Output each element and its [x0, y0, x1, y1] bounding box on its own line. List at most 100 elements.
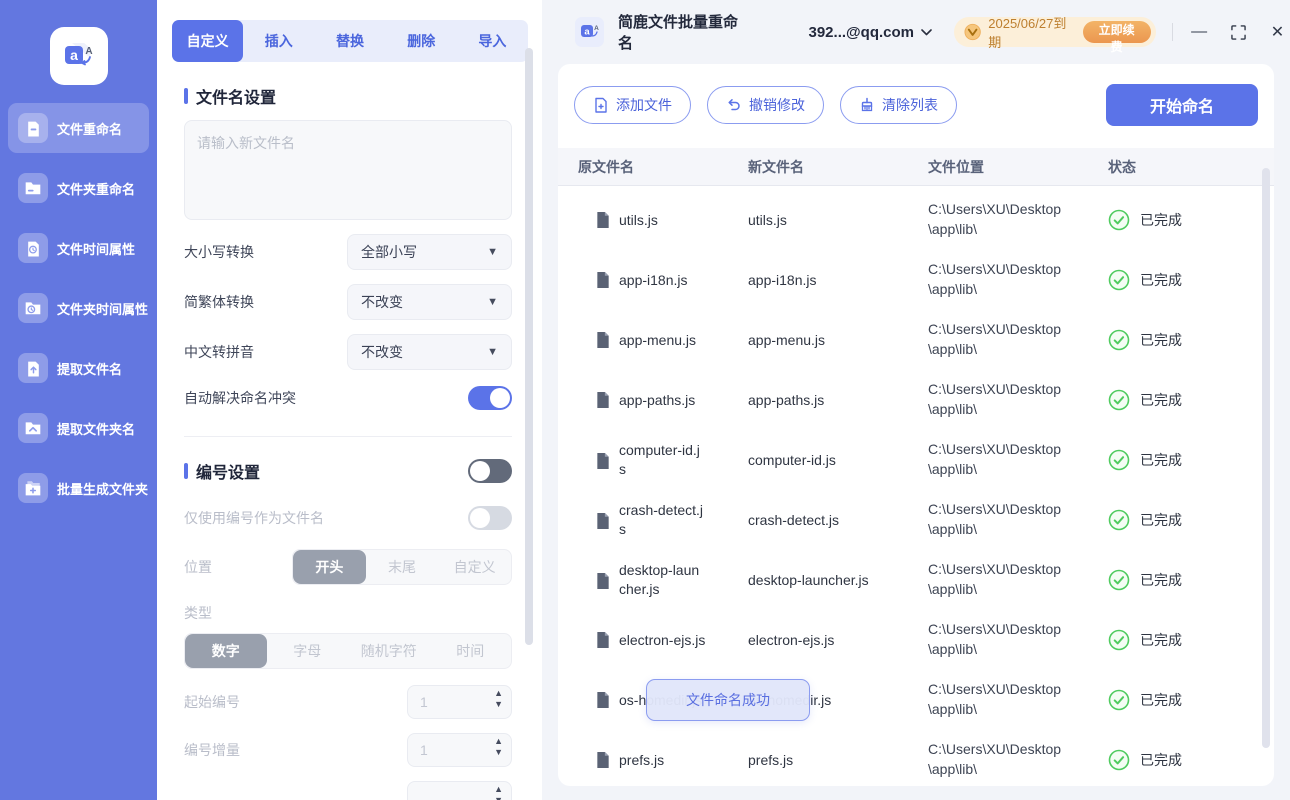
account-email: 392...@qq.com: [808, 23, 915, 41]
sidebar-item-folder-rename[interactable]: 文件夹重命名: [8, 163, 149, 213]
toolbar: 添加文件 撤销修改 清除列表 开始命名: [558, 64, 1274, 126]
table-row[interactable]: app-i18n.js app-i18n.js C:\Users\XU\Desk…: [558, 250, 1274, 310]
increment-input[interactable]: ▲▼: [407, 733, 512, 767]
sidebar-item-folder-time[interactable]: 文件夹时间属性: [8, 283, 149, 333]
position-start[interactable]: 开头: [293, 550, 366, 584]
stepper-up-icon: ▲: [494, 736, 503, 746]
new-name-cell: app-menu.js: [748, 332, 826, 348]
account-dropdown[interactable]: 392...@qq.com: [809, 24, 933, 41]
file-rename-icon: [18, 113, 48, 143]
filename-section-title: 文件名设置: [184, 84, 512, 108]
sidebar-item-batch-create-folder[interactable]: 批量生成文件夹: [8, 463, 149, 513]
digits-input[interactable]: ▲ ▼: [407, 781, 512, 800]
type-number[interactable]: 数字: [185, 634, 267, 668]
trad-simp-select[interactable]: 不改变 ▼: [347, 284, 512, 320]
success-toast: 文件命名成功: [646, 679, 810, 721]
pinyin-select[interactable]: 不改变 ▼: [347, 334, 512, 370]
numbering-section-title: 编号设置: [184, 459, 260, 483]
tab-replace[interactable]: 替换: [314, 20, 385, 62]
folder-rename-icon: [18, 173, 48, 203]
status-cell: 已完成: [1108, 449, 1274, 471]
new-filename-input[interactable]: [184, 120, 512, 220]
position-custom[interactable]: 自定义: [438, 550, 511, 584]
file-path-cell: C:\Users\XU\Desktop\app\lib\: [928, 741, 1062, 777]
stepper-up-icon: ▲: [494, 688, 503, 698]
sidebar-item-extract-foldername[interactable]: 提取文件夹名: [8, 403, 149, 453]
table-row[interactable]: crash-detect.js crash-detect.js C:\Users…: [558, 490, 1274, 550]
minimize-button[interactable]: —: [1187, 19, 1212, 45]
start-number-label: 起始编号: [184, 694, 240, 710]
extract-filename-icon: [18, 353, 48, 383]
sidebar-item-extract-filename[interactable]: 提取文件名: [8, 343, 149, 393]
tab-insert[interactable]: 插入: [243, 20, 314, 62]
stepper-arrows[interactable]: ▲ ▼: [494, 737, 503, 757]
renew-button[interactable]: 立即续费: [1082, 21, 1151, 54]
new-name-cell: electron-ejs.js: [748, 632, 835, 648]
type-time[interactable]: 时间: [430, 634, 512, 668]
start-number-input[interactable]: ▲▼: [407, 685, 512, 719]
tab-import[interactable]: 导入: [457, 20, 528, 62]
file-icon: [597, 752, 609, 769]
section-accent-bar: [184, 88, 188, 104]
status-cell: 已完成: [1108, 329, 1274, 351]
file-icon: [597, 392, 609, 409]
settings-scrollbar[interactable]: [525, 48, 533, 645]
file-path-cell: C:\Users\XU\Desktop\app\lib\: [928, 201, 1062, 237]
add-files-button[interactable]: 添加文件: [574, 86, 691, 124]
position-end[interactable]: 末尾: [366, 550, 439, 584]
file-path-cell: C:\Users\XU\Desktop\app\lib\: [928, 561, 1062, 597]
case-convert-select[interactable]: 全部小写 ▼: [347, 234, 512, 270]
conflict-label: 自动解决命名冲突: [184, 390, 296, 406]
conflict-toggle[interactable]: [468, 386, 512, 410]
tab-custom[interactable]: 自定义: [172, 20, 244, 62]
numbering-toggle[interactable]: [468, 459, 512, 483]
table-row[interactable]: app-paths.js app-paths.js C:\Users\XU\De…: [558, 370, 1274, 430]
table-row[interactable]: app-menu.js app-menu.js C:\Users\XU\Desk…: [558, 310, 1274, 370]
original-name-cell: electron-ejs.js: [578, 631, 748, 650]
new-name-cell: crash-detect.js: [748, 512, 840, 528]
table-row[interactable]: utils.js utils.js C:\Users\XU\Desktop\ap…: [558, 190, 1274, 250]
table-row[interactable]: electron-ejs.js electron-ejs.js C:\Users…: [558, 610, 1274, 670]
stepper-arrows[interactable]: ▲ ▼: [494, 689, 503, 709]
start-rename-button[interactable]: 开始命名: [1106, 84, 1258, 126]
file-path-cell: C:\Users\XU\Desktop\app\lib\: [928, 261, 1062, 297]
file-icon: [597, 212, 609, 229]
status-cell: 已完成: [1108, 569, 1274, 591]
file-icon: [597, 512, 609, 529]
undo-icon: [728, 99, 740, 111]
table-row[interactable]: computer-id.js computer-id.js C:\Users\X…: [558, 430, 1274, 490]
type-letter[interactable]: 字母: [267, 634, 349, 668]
original-name-cell: utils.js: [578, 211, 748, 230]
check-circle-icon: [1108, 269, 1130, 291]
table-row[interactable]: desktop-launcher.js desktop-launcher.js …: [558, 550, 1274, 610]
extract-foldername-icon: [18, 413, 48, 443]
status-badge: 已完成: [1140, 572, 1182, 588]
type-random[interactable]: 随机字符: [348, 634, 430, 668]
clear-list-button[interactable]: 清除列表: [840, 86, 957, 124]
tab-delete[interactable]: 删除: [386, 20, 457, 62]
only-number-toggle[interactable]: [468, 506, 512, 530]
table-scrollbar[interactable]: [1262, 168, 1270, 748]
sidebar-item-file-time[interactable]: 文件时间属性: [8, 223, 149, 273]
original-name-cell: computer-id.js: [578, 441, 748, 479]
col-location: 文件位置: [928, 158, 984, 175]
license-expiry: 2025/06/27到期: [988, 16, 1067, 50]
add-file-icon: [595, 97, 607, 113]
type-segment-group: 数字 字母 随机字符 时间: [184, 633, 512, 669]
vip-crown-icon: [964, 23, 981, 41]
status-cell: 已完成: [1108, 689, 1274, 711]
sidebar-item-file-rename[interactable]: 文件重命名: [8, 103, 149, 153]
new-name-cell: computer-id.js: [748, 452, 836, 468]
file-icon: [597, 452, 609, 469]
stepper-arrows[interactable]: ▲ ▼: [494, 785, 503, 800]
close-button[interactable]: ✕: [1265, 19, 1290, 45]
maximize-button[interactable]: [1226, 19, 1251, 45]
new-name-cell: prefs.js: [748, 752, 794, 768]
file-path-cell: C:\Users\XU\Desktop\app\lib\: [928, 381, 1062, 417]
table-row[interactable]: prefs.js prefs.js C:\Users\XU\Desktop\ap…: [558, 730, 1274, 786]
undo-button[interactable]: 撤销修改: [707, 86, 824, 124]
sidebar-nav: 文件重命名 文件夹重命名 文件时间属性 文件夹时间属性 提取文件名 提取文件夹名…: [0, 103, 157, 513]
status-badge: 已完成: [1140, 452, 1182, 468]
sidebar-item-label: 文件夹时间属性: [57, 301, 149, 317]
status-badge: 已完成: [1140, 692, 1182, 708]
